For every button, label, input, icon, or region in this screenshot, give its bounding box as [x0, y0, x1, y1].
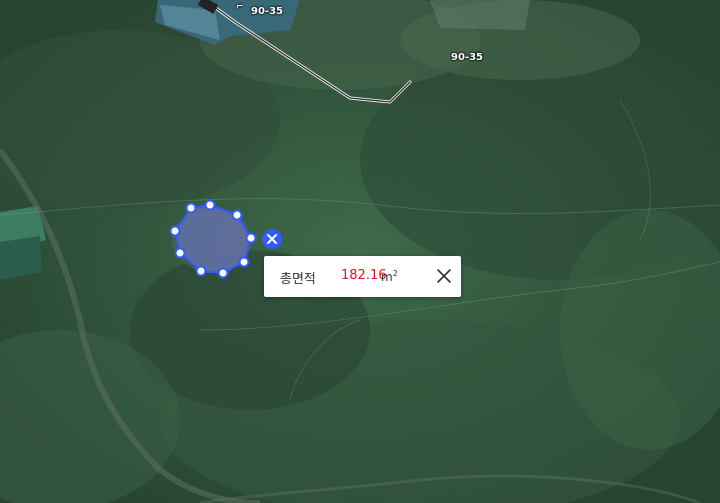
vertex-handle[interactable] [195, 265, 207, 277]
vertex-handle[interactable] [231, 209, 243, 221]
vertex-handle[interactable] [204, 199, 216, 211]
delete-measurement-button[interactable] [262, 229, 282, 249]
close-icon [437, 269, 451, 283]
vertex-handle[interactable] [185, 202, 197, 214]
total-area-value: 182.16 [341, 268, 387, 283]
close-popup-button[interactable] [434, 266, 454, 286]
parcel-label: 90-35 [451, 52, 483, 63]
vertex-handle[interactable] [245, 232, 257, 244]
road-marker-icon: ⌐ [236, 2, 244, 12]
total-area-label: 총면적 [280, 272, 316, 287]
area-result-popup: 총면적 182.16 m2 [264, 256, 461, 297]
vertex-handle[interactable] [169, 225, 181, 237]
vertex-handle[interactable] [174, 247, 186, 259]
satellite-map[interactable] [0, 0, 720, 503]
parcel-label: 90-35 [251, 6, 283, 17]
area-unit: m2 [381, 269, 398, 284]
vertex-handle[interactable] [217, 267, 229, 279]
vertex-handle[interactable] [238, 256, 250, 268]
